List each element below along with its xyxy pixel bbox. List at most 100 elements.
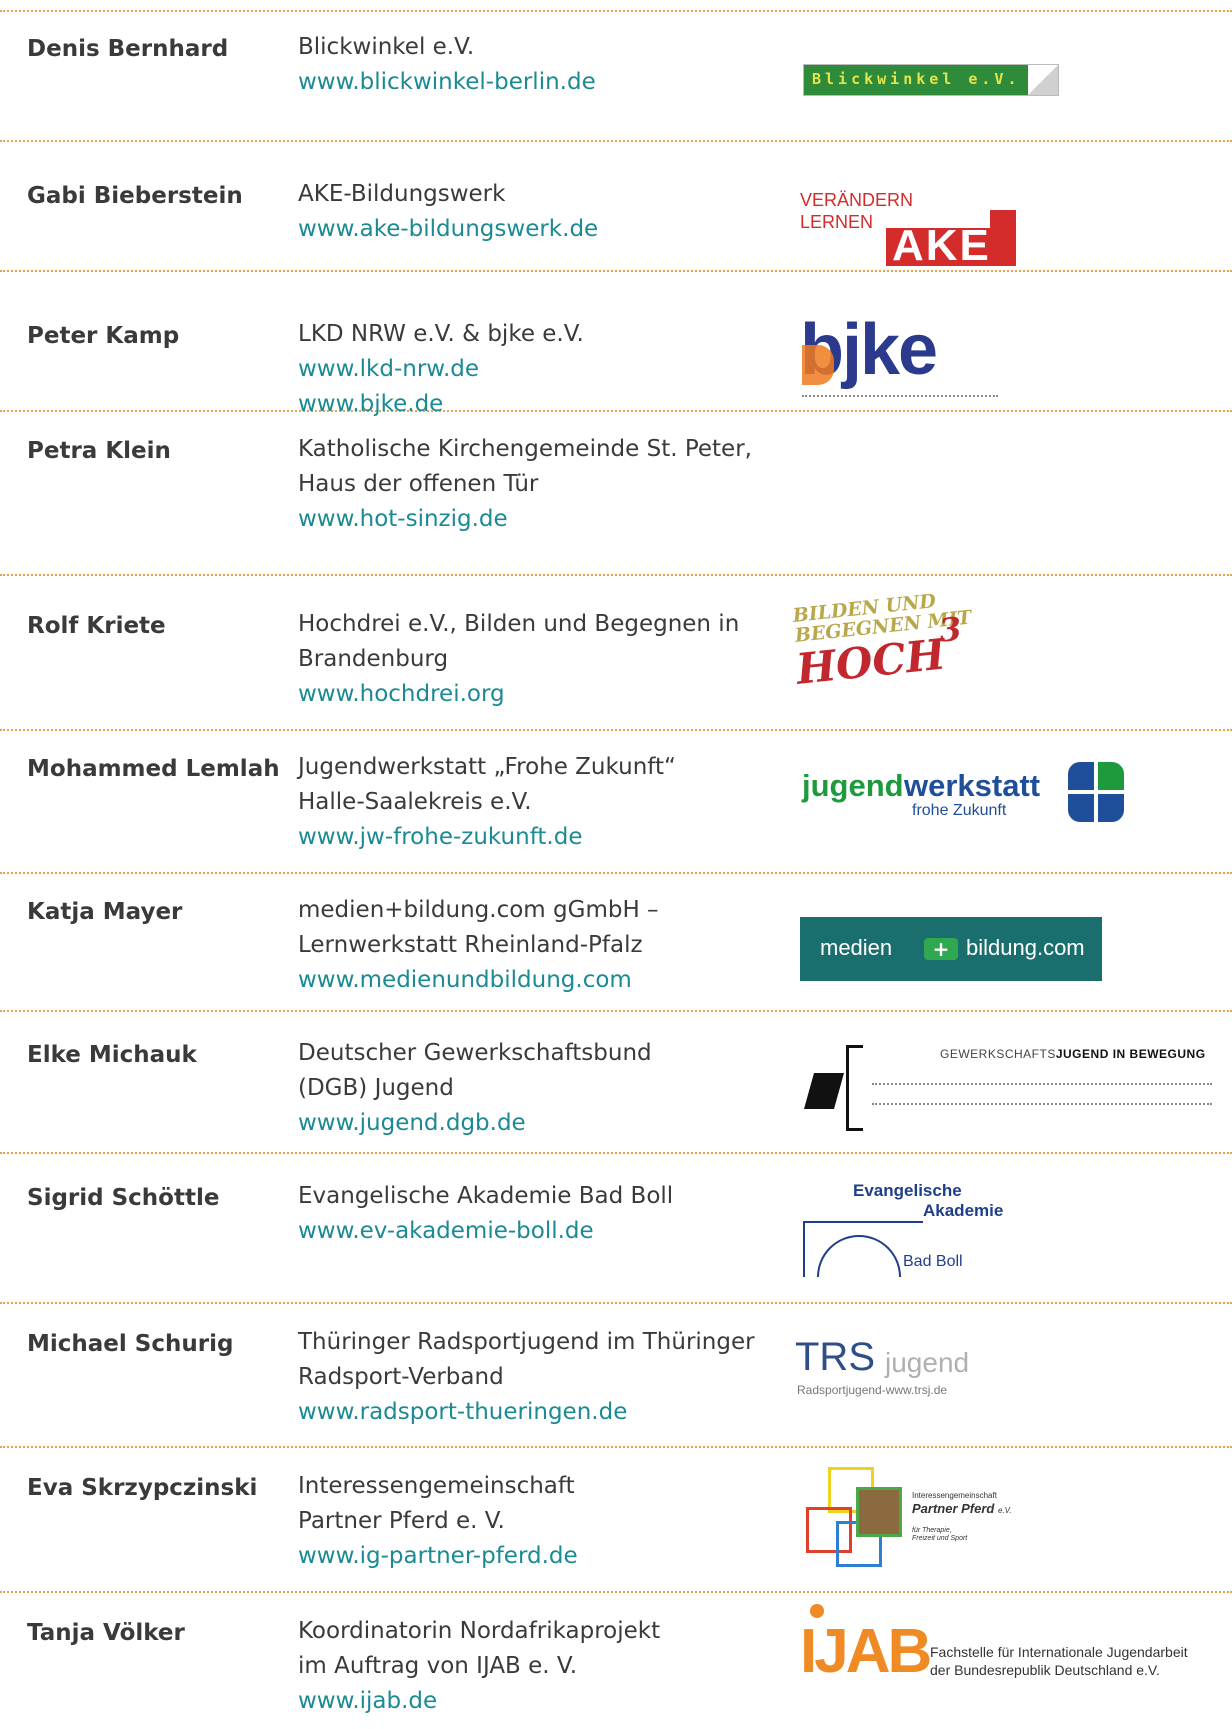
medien-bildung-logo-a: medien xyxy=(820,935,893,960)
website-link[interactable]: www.blickwinkel-berlin.de xyxy=(298,65,768,100)
corner-fold-icon xyxy=(1028,65,1058,95)
jugendwerkstatt-logo-a: jugend xyxy=(802,768,904,803)
contact-name: Gabi Bieberstein xyxy=(27,183,243,209)
contact-organization: LKD NRW e.V. & bjke e.V. www.lkd-nrw.de … xyxy=(298,317,768,422)
org-line: Thüringer Radsportjugend im Thüringer xyxy=(298,1329,755,1355)
jugendwerkstatt-logo-square-4 xyxy=(1098,794,1124,822)
dgb-mark-icon xyxy=(804,1073,844,1109)
contact-name: Elke Michauk xyxy=(27,1042,197,1068)
separator xyxy=(0,1591,1232,1593)
org-line: Partner Pferd e. V. xyxy=(298,1508,505,1534)
dgb-jugend-logo-b: JUGEND IN BEWEGUNG xyxy=(1055,1047,1206,1061)
plus-icon: + xyxy=(924,938,958,960)
website-link[interactable]: www.ake-bildungswerk.de xyxy=(298,212,768,247)
website-link[interactable]: www.ig-partner-pferd.de xyxy=(298,1539,768,1574)
blickwinkel-logo-text: Blickwinkel e.V. xyxy=(812,70,1021,88)
ev-akademie-logo-line2: Akademie xyxy=(923,1201,1004,1220)
separator xyxy=(0,270,1232,272)
org-line: im Auftrag von IJAB e. V. xyxy=(298,1653,577,1679)
trs-jugend-logo-a: TRS xyxy=(795,1335,875,1379)
ev-akademie-logo-line1: Evangelische xyxy=(853,1181,962,1200)
website-link[interactable]: www.ijab.de xyxy=(298,1684,768,1719)
website-link[interactable]: www.jw-frohe-zukunft.de xyxy=(298,820,768,855)
separator xyxy=(0,140,1232,142)
ijab-logo: IJAB Fachstelle für Internationale Jugen… xyxy=(800,1604,1230,1704)
bjke-logo: bjke xyxy=(800,310,1000,405)
trs-jugend-logo: TRS jugend Radsportjugend-www.trsj.de xyxy=(795,1335,1015,1401)
website-link[interactable]: www.jugend.dgb.de xyxy=(298,1106,768,1141)
ake-logo: VERÄNDERN LERNEN AKE xyxy=(800,190,1020,270)
trs-jugend-logo-b: jugend xyxy=(885,1347,970,1378)
website-link[interactable]: www.ev-akademie-boll.de xyxy=(298,1214,768,1249)
dgb-bracket xyxy=(846,1045,863,1131)
org-line: Koordinatorin Nordafrikaprojekt xyxy=(298,1618,661,1644)
org-line: Evangelische Akademie Bad Boll xyxy=(298,1183,674,1209)
contact-organization: Thüringer Radsportjugend im Thüringer Ra… xyxy=(298,1325,768,1430)
contact-name: Petra Klein xyxy=(27,438,171,464)
horse-photo xyxy=(856,1487,902,1537)
separator xyxy=(0,10,1232,12)
partner-pferd-logo-line4: Freizeit und Sport xyxy=(912,1535,968,1542)
blickwinkel-logo: Blickwinkel e.V. xyxy=(803,64,1059,96)
org-line: Interessengemeinschaft xyxy=(298,1473,575,1499)
org-line: Brandenburg xyxy=(298,646,449,672)
separator xyxy=(0,1010,1232,1012)
contact-name: Sigrid Schöttle xyxy=(27,1185,220,1211)
contact-organization: Jugendwerkstatt „Frohe Zukunft“ Halle-Sa… xyxy=(298,750,768,855)
org-line: LKD NRW e.V. & bjke e.V. xyxy=(298,321,584,347)
partner-pferd-logo-suffix: e.V. xyxy=(998,1506,1012,1515)
contact-name: Michael Schurig xyxy=(27,1331,234,1357)
org-line: Jugendwerkstatt „Frohe Zukunft“ xyxy=(298,754,676,780)
jugendwerkstatt-logo-square-1 xyxy=(1068,762,1094,790)
separator xyxy=(0,1302,1232,1304)
separator xyxy=(0,729,1232,731)
contact-organization: Interessengemeinschaft Partner Pferd e. … xyxy=(298,1469,768,1574)
org-line: medien+bildung.com gGmbH – xyxy=(298,897,659,923)
dgb-jugend-logo: GEWERKSCHAFTSJUGEND IN BEWEGUNG xyxy=(800,1039,1220,1131)
bjke-logo-tagline xyxy=(802,395,998,400)
website-link[interactable]: www.lkd-nrw.de xyxy=(298,352,768,387)
trs-jugend-logo-sub: Radsportjugend-www.trsj.de xyxy=(797,1383,948,1397)
org-line: Radsport-Verband xyxy=(298,1364,504,1390)
dgb-jugend-logo-a: GEWERKSCHAFTS xyxy=(940,1047,1056,1061)
website-link[interactable]: www.hot-sinzig.de xyxy=(298,502,768,537)
ijab-logo-line1: Fachstelle für Internationale Jugendarbe… xyxy=(930,1644,1188,1660)
org-line: (DGB) Jugend xyxy=(298,1075,454,1101)
separator xyxy=(0,1152,1232,1154)
partner-pferd-logo: Interessengemeinschaft Partner Pferd e.V… xyxy=(800,1467,1050,1577)
contact-organization: Evangelische Akademie Bad Boll www.ev-ak… xyxy=(298,1179,768,1249)
separator xyxy=(0,1446,1232,1448)
ev-akademie-logo-circle xyxy=(817,1235,901,1277)
ev-akademie-logo-line3: Bad Boll xyxy=(903,1253,963,1270)
contact-organization: Koordinatorin Nordafrikaprojekt im Auftr… xyxy=(298,1614,768,1719)
jugendwerkstatt-logo-square-2 xyxy=(1098,762,1124,790)
contact-name: Tanja Völker xyxy=(27,1620,185,1646)
website-link[interactable]: www.radsport-thueringen.de xyxy=(298,1395,768,1430)
website-link[interactable]: www.bjke.de xyxy=(298,387,768,422)
separator xyxy=(0,574,1232,576)
jugendwerkstatt-logo-b: werkstatt xyxy=(904,768,1041,803)
ev-akademie-logo-rule xyxy=(803,1221,923,1223)
org-line: Hochdrei e.V., Bilden und Begegnen in xyxy=(298,611,740,637)
ake-logo-line1: VERÄNDERN xyxy=(800,190,914,210)
medien-bildung-logo: medien + bildung.com xyxy=(800,917,1102,981)
ev-akademie-logo: Evangelische Akademie Bad Boll xyxy=(803,1181,1023,1277)
contact-name: Eva Skrzypczinski xyxy=(27,1475,258,1501)
contact-organization: Deutscher Gewerkschaftsbund (DGB) Jugend… xyxy=(298,1036,768,1141)
dgb-jugend-logo-text: GEWERKSCHAFTSJUGEND IN BEWEGUNG xyxy=(940,1047,1206,1061)
partner-pferd-logo-name: Partner Pferd xyxy=(912,1501,995,1516)
website-link[interactable]: www.medienundbildung.com xyxy=(298,963,768,998)
org-line: Deutscher Gewerkschaftsbund xyxy=(298,1040,652,1066)
contact-name: Denis Bernhard xyxy=(27,36,229,62)
partner-pferd-logo-line1: Interessengemeinschaft xyxy=(912,1491,997,1500)
contact-organization: Blickwinkel e.V. www.blickwinkel-berlin.… xyxy=(298,30,768,100)
ake-logo-mark: AKE xyxy=(892,221,991,270)
contact-organization: Hochdrei e.V., Bilden und Begegnen in Br… xyxy=(298,607,768,712)
ake-logo-square xyxy=(990,210,1016,230)
separator xyxy=(0,872,1232,874)
website-link[interactable]: www.hochdrei.org xyxy=(298,677,768,712)
org-line: Lernwerkstatt Rheinland-Pfalz xyxy=(298,932,643,958)
medien-bildung-logo-b: bildung.com xyxy=(966,935,1085,960)
ev-akademie-logo-vrule xyxy=(803,1221,805,1277)
ijab-logo-line2: der Bundesrepublik Deutschland e.V. xyxy=(930,1662,1160,1678)
